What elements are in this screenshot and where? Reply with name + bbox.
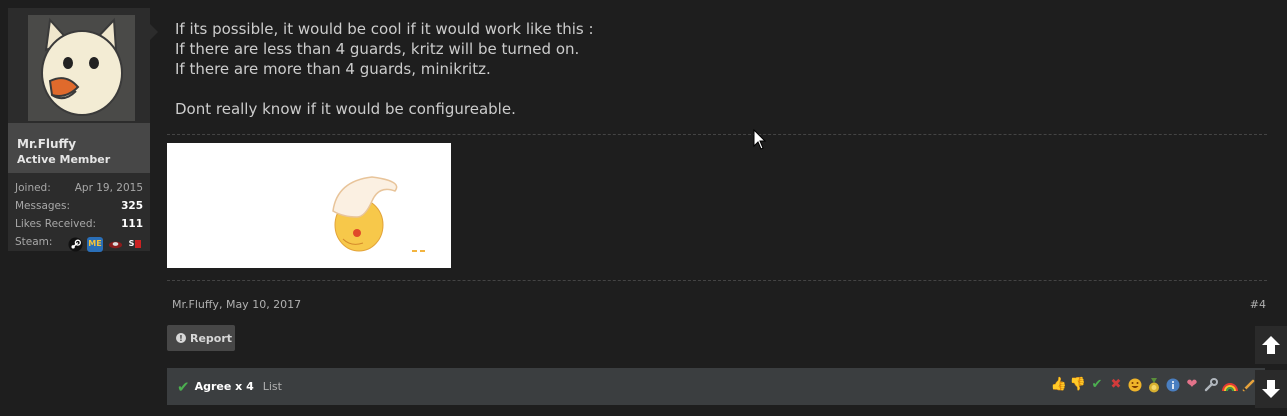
info-icon[interactable] — [1165, 377, 1181, 393]
stat-label: Steam: — [15, 236, 53, 248]
signature-image — [167, 143, 451, 268]
post-date[interactable]: May 10, 2017 — [226, 298, 301, 311]
message-body: If its possible, it would be cool if it … — [175, 19, 1075, 119]
user-card: Mr.Fluffy Active Member Joined: Apr 19, … — [8, 8, 150, 253]
steam-icon[interactable] — [67, 236, 83, 252]
user-title: Active Member — [17, 153, 111, 166]
stat-label: Messages: — [15, 200, 71, 212]
thumbs-up-icon[interactable]: 👍 — [1051, 377, 1067, 393]
ratings-bar: ✔ Agree x 4 List 👍 👎 ✔ ✖ ❤ — [167, 368, 1265, 405]
tf2-icon[interactable] — [107, 237, 123, 252]
warning-icon: ! — [176, 333, 186, 343]
user-name-box: Mr.Fluffy Active Member — [8, 123, 150, 173]
sm-text: S — [128, 239, 135, 248]
me-badge-icon[interactable]: ME — [87, 236, 103, 252]
agree-count[interactable]: Agree x 4 — [195, 380, 254, 393]
stat-label: Joined: — [15, 182, 51, 194]
report-label: Report — [190, 331, 233, 345]
stat-steam: Steam: ME S — [15, 235, 143, 253]
signature-divider — [167, 134, 1267, 135]
rating-icons: 👍 👎 ✔ ✖ ❤ — [1051, 377, 1257, 393]
meta-divider — [167, 280, 1267, 281]
post-meta: Mr.Fluffy, May 10, 2017 — [172, 298, 302, 311]
avatar[interactable] — [8, 8, 150, 123]
report-button[interactable]: ! Report — [167, 325, 235, 351]
stat-value[interactable]: 325 — [121, 199, 143, 217]
avatar-image — [28, 15, 135, 121]
steam-icons: ME S — [67, 235, 143, 253]
heart-icon[interactable]: ❤ — [1184, 377, 1200, 393]
agree-check-icon: ✔ — [177, 377, 190, 396]
rainbow-icon[interactable] — [1222, 377, 1238, 393]
stat-label: Likes Received: — [15, 218, 97, 230]
stat-value: 111 — [121, 218, 143, 230]
stat-joined: Joined: Apr 19, 2015 — [15, 181, 143, 199]
mouse-cursor-icon — [753, 129, 767, 150]
scroll-down-button[interactable] — [1255, 370, 1287, 408]
ratings-list-link[interactable]: List — [263, 380, 282, 393]
message-line: If its possible, it would be cool if it … — [175, 20, 594, 38]
thumbs-down-icon[interactable]: 👎 — [1070, 377, 1086, 393]
cross-icon[interactable]: ✖ — [1108, 377, 1124, 393]
stat-likes: Likes Received: 111 — [15, 217, 143, 235]
message-line: If there are less than 4 guards, kritz w… — [175, 40, 580, 58]
check-icon[interactable]: ✔ — [1089, 377, 1105, 393]
stat-messages: Messages: 325 — [15, 199, 143, 217]
stat-value: Apr 19, 2015 — [74, 182, 143, 194]
funny-face-icon[interactable] — [1127, 377, 1143, 393]
me-badge-text: ME — [88, 239, 102, 248]
post-author-link[interactable]: Mr.Fluffy — [172, 298, 219, 311]
wrench-icon[interactable] — [1203, 377, 1219, 393]
arrow-down-icon — [1262, 380, 1280, 398]
scroll-up-button[interactable] — [1255, 326, 1287, 364]
sm-icon[interactable]: S — [127, 237, 143, 252]
winner-medal-icon[interactable] — [1146, 377, 1162, 393]
post-permalink[interactable]: #4 — [1250, 298, 1266, 311]
message-pointer — [150, 24, 158, 40]
user-name[interactable]: Mr.Fluffy — [17, 137, 150, 152]
message-line: If there are more than 4 guards, minikri… — [175, 60, 491, 78]
chick-illustration — [167, 143, 451, 268]
arrow-up-icon — [1262, 336, 1280, 354]
user-stats: Joined: Apr 19, 2015 Messages: 325 Likes… — [8, 173, 150, 253]
message-line: Dont really know if it would be configur… — [175, 100, 516, 118]
